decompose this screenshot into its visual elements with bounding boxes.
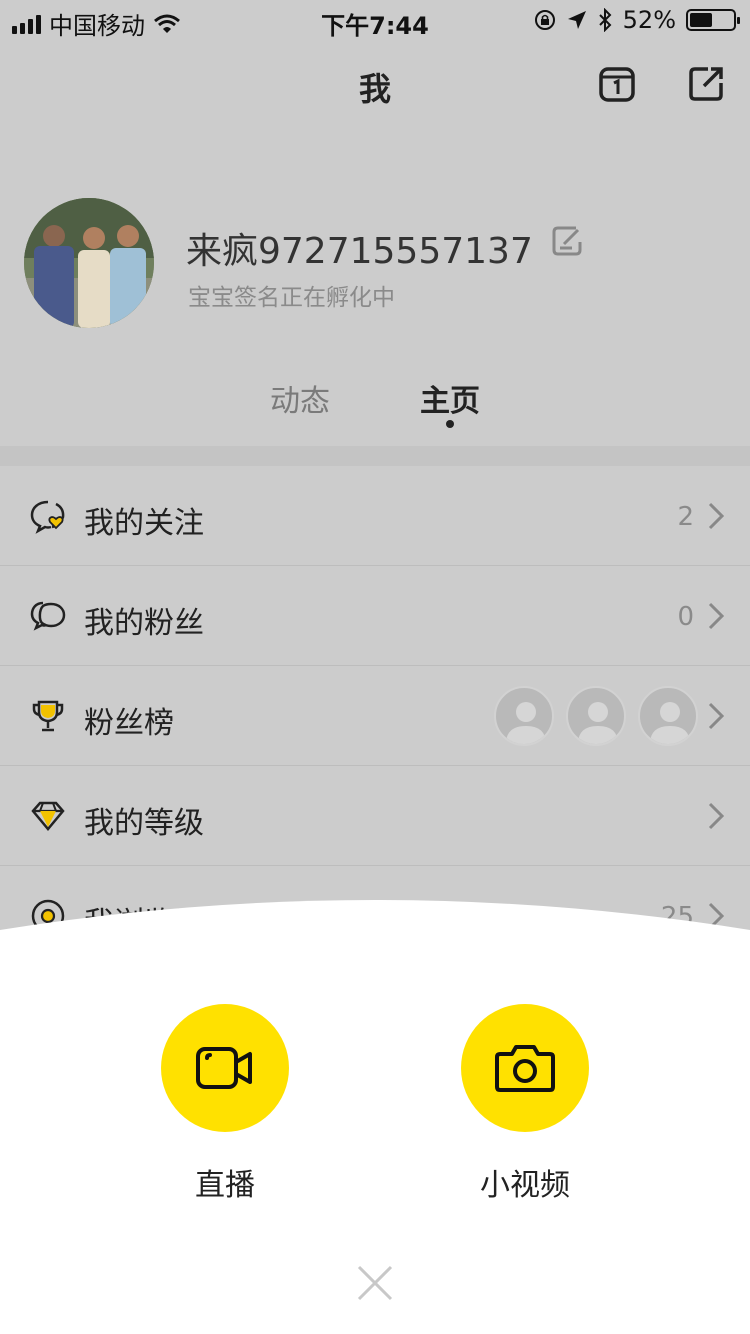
battery-level xyxy=(690,13,712,27)
camera-icon xyxy=(495,1045,555,1092)
chevron-right-icon xyxy=(708,602,724,630)
live-label: 直播 xyxy=(195,1168,255,1203)
tab-dynamic[interactable]: 动态 xyxy=(270,376,330,420)
trophy-icon xyxy=(32,700,64,732)
follow-chat-heart-icon xyxy=(30,500,65,534)
username: 来疯972715557137 xyxy=(186,231,533,272)
publish-sheet: 直播 小视频 xyxy=(0,900,750,1334)
fan-avatars xyxy=(494,686,698,746)
status-bar: 中国移动 下午7:44 52% xyxy=(0,0,750,40)
section-divider xyxy=(0,446,750,466)
share-icon[interactable] xyxy=(688,66,724,102)
menu-item-label: 我的关注 xyxy=(84,506,204,541)
menu-item-label: 我的等级 xyxy=(84,806,204,841)
calendar-icon[interactable] xyxy=(599,66,635,102)
menu-item-label: 我的粉丝 xyxy=(84,606,204,641)
default-avatar-icon xyxy=(494,686,554,746)
close-icon[interactable] xyxy=(356,1264,394,1302)
menu-item-label: 粉丝榜 xyxy=(84,706,174,741)
chevron-right-icon xyxy=(708,802,724,830)
tab-home[interactable]: 主页 xyxy=(420,376,480,420)
menu-item-level[interactable]: 我的等级 xyxy=(0,766,750,866)
video-camera-icon xyxy=(196,1047,252,1089)
menu-item-following[interactable]: 我的关注 2 xyxy=(0,466,750,566)
fans-chat-icon xyxy=(30,601,66,631)
status-right: 52% xyxy=(533,6,740,34)
chevron-right-icon xyxy=(708,702,724,730)
menu-item-fans[interactable]: 我的粉丝 0 xyxy=(0,566,750,666)
avatar[interactable] xyxy=(24,198,154,328)
rotation-lock-icon xyxy=(534,10,555,30)
short-video-circle[interactable] xyxy=(461,1004,589,1132)
signature: 宝宝签名正在孵化中 xyxy=(188,285,395,311)
bluetooth-icon xyxy=(598,8,612,32)
profile-header: 来疯972715557137 宝宝签名正在孵化中 动态 主页 xyxy=(0,128,750,446)
battery-icon xyxy=(686,9,740,31)
active-tab-indicator xyxy=(446,420,454,428)
default-avatar-icon xyxy=(566,686,626,746)
default-avatar-icon xyxy=(638,686,698,746)
short-video-button[interactable]: 小视频 xyxy=(461,1004,589,1204)
menu-item-count: 2 xyxy=(677,502,694,532)
nav-bar: 我 xyxy=(0,40,750,128)
diamond-icon xyxy=(31,801,65,831)
menu-item-fan-ranking[interactable]: 粉丝榜 xyxy=(0,666,750,766)
menu-list: 我的关注 2 我的粉丝 0 粉丝榜 我的等级 25 xyxy=(0,466,750,966)
location-icon xyxy=(567,11,586,29)
menu-item-count: 0 xyxy=(677,602,694,632)
live-circle[interactable] xyxy=(161,1004,289,1132)
battery-percent: 52% xyxy=(622,6,676,34)
live-button[interactable]: 直播 xyxy=(161,1004,289,1204)
edit-icon[interactable] xyxy=(550,224,584,258)
short-video-label: 小视频 xyxy=(480,1168,570,1203)
chevron-right-icon xyxy=(708,502,724,530)
page-title: 我 xyxy=(358,70,391,108)
